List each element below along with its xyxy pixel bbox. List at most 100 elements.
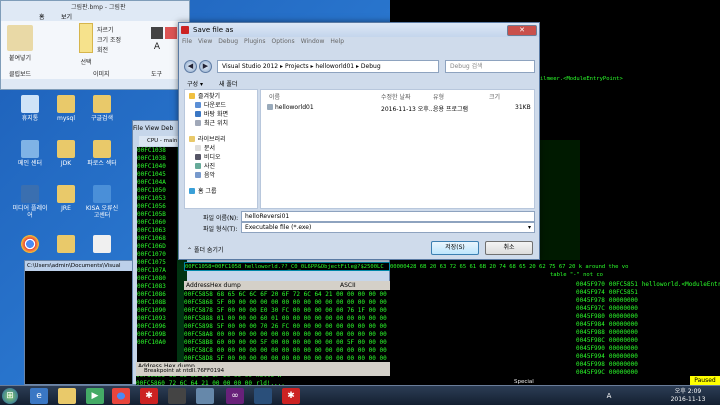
- dump-pane[interactable]: Address Hex dump ASCII 00FC5858 68 65 6C …: [184, 281, 420, 378]
- pencil-icon[interactable]: [151, 27, 163, 39]
- chrome-taskbar-icon[interactable]: [112, 388, 130, 404]
- sidebar-item-pictures[interactable]: 사진: [195, 163, 215, 171]
- col-name[interactable]: 이름: [269, 92, 280, 101]
- dump-row[interactable]: 0045F97C 00000000: [576, 305, 720, 313]
- debugger-taskbar-icon[interactable]: ✱: [282, 388, 300, 404]
- disasm-row[interactable]: 00FC106D: [137, 243, 177, 251]
- disasm-row[interactable]: 00FC1080: [137, 275, 177, 283]
- search-input[interactable]: Debug 검색: [445, 60, 535, 73]
- visual-studio-icon[interactable]: ∞: [226, 388, 244, 404]
- filename-input[interactable]: helloReversi01: [241, 211, 535, 222]
- filetype-select[interactable]: Executable file (*.exe) ▾: [241, 222, 535, 233]
- dump-row[interactable]: 00FC5898 5F 00 00 00 70 26 FC 00 00 00 00…: [184, 323, 420, 331]
- paste-icon[interactable]: [7, 25, 33, 51]
- resize-button[interactable]: 크기 조정: [97, 35, 121, 44]
- close-button[interactable]: ✕: [507, 25, 537, 36]
- crop-button[interactable]: 자르기: [97, 25, 114, 34]
- dump-row[interactable]: 00FC58B8 60 00 00 00 5F 00 00 00 00 00 00…: [184, 339, 420, 347]
- menu-view[interactable]: View: [198, 38, 212, 45]
- sidebar-item-recent[interactable]: 최근 위치: [195, 120, 228, 128]
- dump-row[interactable]: 0045F990 00000000: [576, 345, 720, 353]
- media-player-icon[interactable]: ▶: [86, 388, 104, 404]
- file-list[interactable]: 이름 수정한 날짜 유형 크기 helloworld01 2016-11-13 …: [260, 89, 535, 209]
- desktop-icon-jre[interactable]: JRE: [48, 185, 84, 212]
- disasm-row[interactable]: 00FC1040: [137, 163, 177, 171]
- fill-icon[interactable]: [165, 27, 177, 39]
- navigation-pane[interactable]: 즐겨찾기 다운로드 바탕 화면 최근 위치 라이브러리 문서 비디오 사진 음악…: [184, 89, 258, 209]
- dump-row[interactable]: 00FC58A8 00 00 00 00 00 00 00 00 00 00 00…: [184, 331, 420, 339]
- cmd-taskbar-icon[interactable]: [168, 388, 186, 404]
- paste-button[interactable]: 붙여넣기: [3, 53, 37, 62]
- breadcrumb[interactable]: Visual Studio 2012 ▸ Projects ▸ hellowor…: [217, 60, 439, 73]
- dump-row[interactable]: 0045F984 00000000: [576, 321, 720, 329]
- dump-row[interactable]: 0045F998 00000000: [576, 361, 720, 369]
- ie-icon[interactable]: e: [30, 388, 48, 404]
- desktop-icon-media[interactable]: 미디어 플레이어: [12, 185, 48, 219]
- disasm-row[interactable]: 00FC104A: [137, 179, 177, 187]
- crumb-projects[interactable]: Projects: [285, 63, 309, 70]
- file-row[interactable]: helloworld01 2016-11-13 오후... 응용 프로그램 31…: [261, 104, 534, 113]
- crumb-project[interactable]: helloworld01: [315, 63, 354, 70]
- disasm-row[interactable]: 00FC1086: [137, 291, 177, 299]
- sidebar-item-documents[interactable]: 문서: [195, 145, 215, 153]
- menu-plugins[interactable]: Plugins: [244, 38, 266, 45]
- dump-row[interactable]: 0045F994 00000000: [576, 353, 720, 361]
- text-tool-icon[interactable]: A: [151, 41, 163, 53]
- app-taskbar-icon[interactable]: [254, 388, 272, 404]
- sidebar-item-downloads[interactable]: 다운로드: [195, 102, 226, 110]
- explorer-icon[interactable]: [58, 388, 76, 404]
- sidebar-item-videos[interactable]: 비디오: [195, 154, 221, 162]
- back-button[interactable]: ◀: [184, 60, 197, 73]
- desktop-icon-paros[interactable]: 파로스 섹터: [84, 140, 120, 167]
- rotate-button[interactable]: 회전: [97, 45, 108, 54]
- menu-debug[interactable]: Deb: [161, 125, 173, 132]
- desktop-icon-jdk[interactable]: JDK: [48, 140, 84, 167]
- disasm-row[interactable]: 00FC1075: [137, 259, 177, 267]
- organize-button[interactable]: 구성 ▾: [187, 79, 203, 88]
- disasm-row[interactable]: 00FC1050: [137, 187, 177, 195]
- disasm-row[interactable]: 00FC1053: [137, 195, 177, 203]
- clock[interactable]: 오후 2:09 2016-11-13: [660, 388, 716, 404]
- col-date[interactable]: 수정한 날짜: [381, 92, 411, 101]
- dump-row[interactable]: 00FC5858 68 65 6C 6C 6F 20 6F 72 6C 64 21…: [184, 291, 416, 299]
- dump-row[interactable]: 0045F988 00000000: [576, 329, 720, 337]
- homegroup-header[interactable]: 홈 그룹: [189, 188, 216, 196]
- language-indicator[interactable]: A: [600, 388, 618, 404]
- disasm-row[interactable]: 00FC107A: [137, 267, 177, 275]
- select-button[interactable]: [79, 23, 93, 53]
- paint-tab-view[interactable]: 보기: [61, 12, 72, 21]
- disasm-row[interactable]: 00FC1083: [137, 283, 177, 291]
- desktop-icon-recycle-bin[interactable]: 휴지통: [12, 95, 48, 122]
- dump-row[interactable]: 0045F974 00FC5851: [576, 289, 720, 297]
- dump-row[interactable]: 00FC58C8 00 00 00 00 00 00 00 00 00 00 00…: [184, 347, 420, 355]
- disasm-row[interactable]: 00FC1060: [137, 219, 177, 227]
- desktop-icon-kisa[interactable]: KISA 오류신고센터: [84, 185, 120, 219]
- disasm-row[interactable]: 00FC109B: [137, 331, 177, 339]
- dump-row[interactable]: 0045F978 00000000: [576, 297, 720, 305]
- dump-row[interactable]: 0045F98C 00000000: [576, 337, 720, 345]
- dump-row[interactable]: 0045F980 00000000: [576, 313, 720, 321]
- disasm-row[interactable]: 00FC1056: [137, 203, 177, 211]
- sidebar-item-desktop[interactable]: 바탕 화면: [195, 111, 228, 119]
- favorites-header[interactable]: 즐겨찾기: [189, 93, 220, 101]
- menu-view[interactable]: View: [145, 125, 159, 132]
- menu-file[interactable]: File: [182, 38, 192, 45]
- menu-file[interactable]: File: [133, 125, 143, 132]
- crumb-debug[interactable]: Debug: [361, 63, 381, 70]
- libraries-header[interactable]: 라이브러리: [189, 136, 226, 144]
- desktop-icon-mysql[interactable]: mysql: [48, 95, 84, 122]
- col-size[interactable]: 크기: [489, 92, 500, 101]
- disasm-row[interactable]: 00FC103B: [137, 155, 177, 163]
- dump-row[interactable]: 0045F97000FC5851helloworld.<ModuleEntryP…: [576, 281, 720, 289]
- desktop-icon-chrome[interactable]: [12, 235, 48, 255]
- desktop-icon-file[interactable]: [84, 235, 120, 255]
- menu-options[interactable]: Options: [272, 38, 295, 45]
- hide-folders-toggle[interactable]: ⌃ 폴더 숨기기: [187, 245, 223, 254]
- dump-row[interactable]: 00FC5878 5F 00 00 00 E0 30 FC 00 00 00 00…: [184, 307, 416, 315]
- dump-row[interactable]: 00FC5868 5F 00 00 00 00 00 00 00 00 00 00…: [184, 299, 416, 307]
- crumb-vs[interactable]: Visual Studio 2012: [222, 63, 278, 70]
- paint-tab-home[interactable]: 홈: [39, 12, 45, 21]
- disasm-row[interactable]: 00FC108B: [137, 299, 177, 307]
- desktop-icon-folder[interactable]: [48, 235, 84, 255]
- save-button[interactable]: 저장(S): [431, 241, 479, 255]
